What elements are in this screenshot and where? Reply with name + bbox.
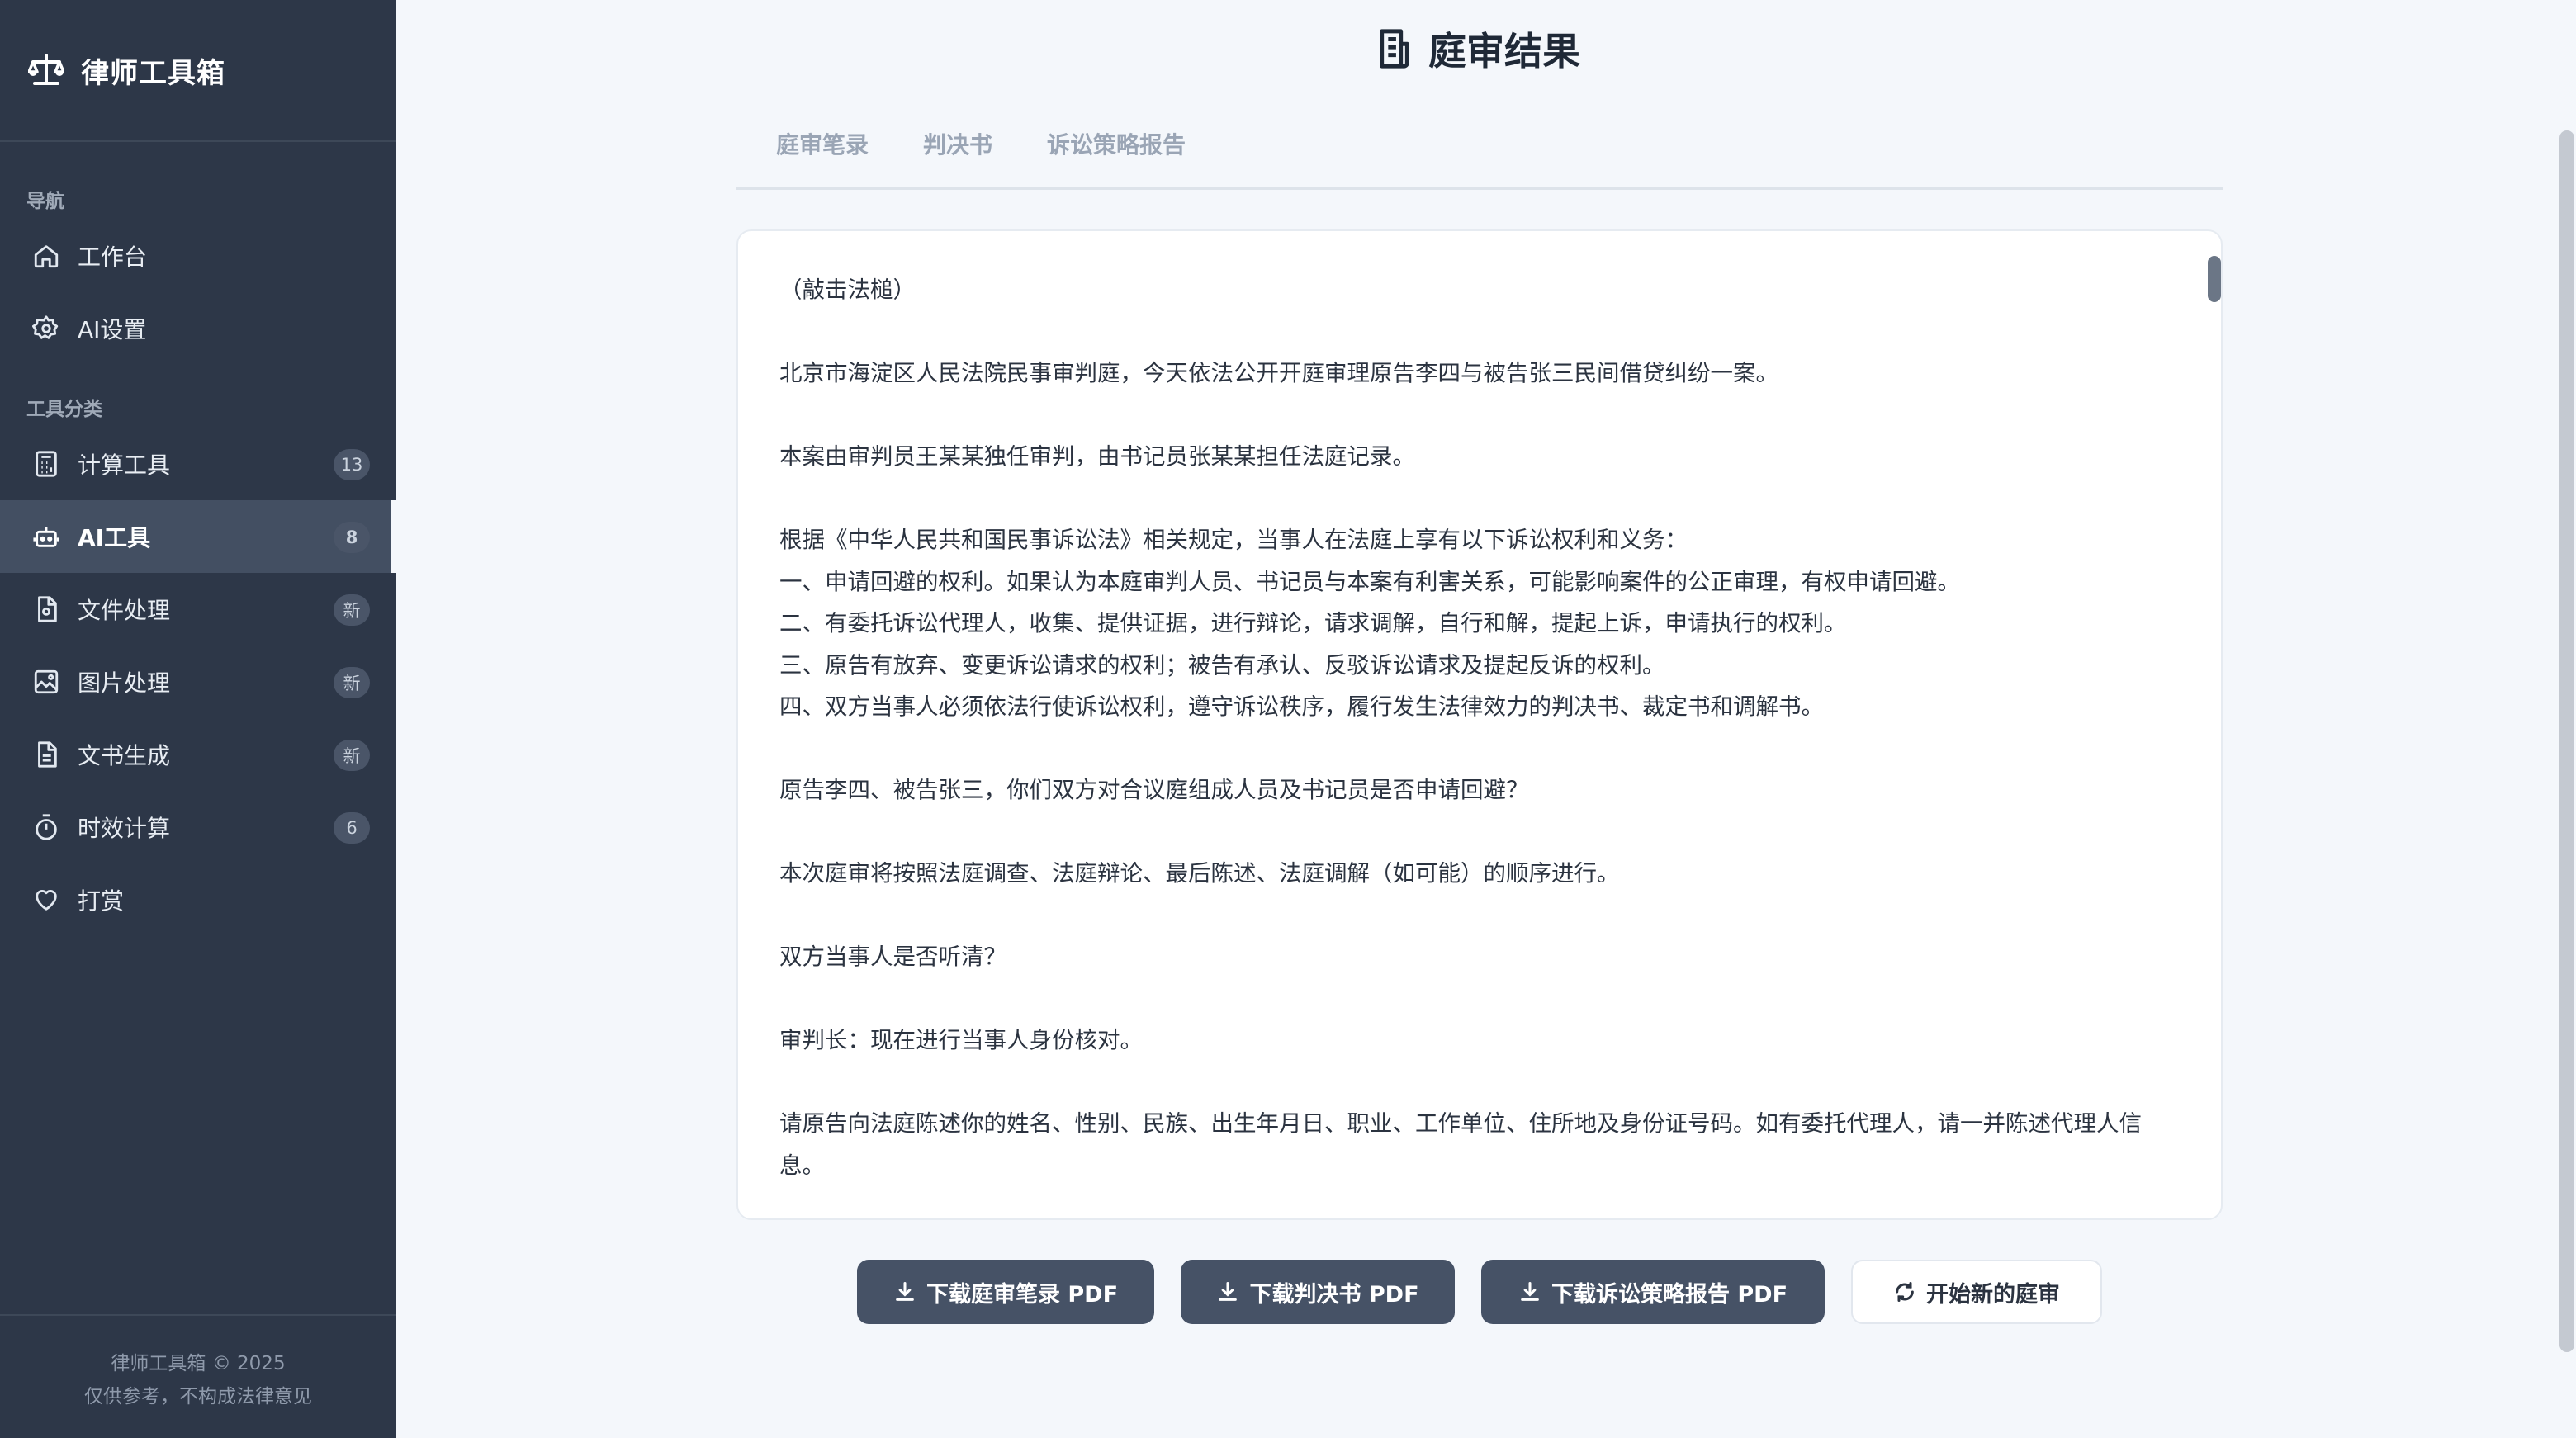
transcript-text: （敲击法槌） 北京市海淀区人民法院民事审判庭，今天依法公开开庭审理原告李四与被告张…: [738, 231, 2221, 1186]
transcript-line: [779, 1062, 2181, 1104]
nav-section-label: 导航: [26, 191, 64, 212]
sidebar-item-workbench[interactable]: 工作台: [0, 220, 396, 292]
tab-strategy-report[interactable]: 诉讼策略报告: [1047, 116, 1186, 187]
sidebar-item-label: AI设置: [78, 316, 147, 343]
download-strategy-button[interactable]: 下载诉讼策略报告 PDF: [1481, 1260, 1825, 1324]
new-badge: 新: [334, 594, 370, 626]
document-icon: [30, 738, 63, 771]
transcript-line: [779, 478, 2181, 520]
page-title: 庭审结果: [396, 21, 2559, 76]
calculator-icon: [30, 447, 63, 480]
sidebar-item-image-processing[interactable]: 图片处理 新: [0, 646, 396, 718]
tab-transcript[interactable]: 庭审笔录: [736, 116, 869, 187]
sidebar-item-doc-generation[interactable]: 文书生成 新: [0, 718, 396, 791]
transcript-line: [779, 978, 2181, 1020]
transcript-line: 请原告向法庭陈述你的姓名、性别、民族、出生年月日、职业、工作单位、住所地及身份证…: [779, 1110, 2142, 1137]
button-label: 开始新的庭审: [1926, 1281, 2060, 1308]
stopwatch-icon: [30, 811, 63, 844]
download-transcript-button[interactable]: 下载庭审笔录 PDF: [857, 1260, 1154, 1324]
heart-icon: [30, 883, 63, 916]
sidebar-item-label: 时效计算: [78, 815, 171, 842]
transcript-line: 审判长：现在进行当事人身份核对。: [779, 1027, 1143, 1053]
image-icon: [30, 665, 63, 698]
sidebar-footer: 律师工具箱 © 2025 仅供参考，不构成法律意见: [0, 1314, 396, 1438]
sidebar-item-label: 图片处理: [78, 669, 171, 697]
transcript-line: 二、有委托诉讼代理人，收集、提供证据，进行辩论，请求调解，自行和解，提起上诉，申…: [779, 610, 1847, 636]
transcript-line: [779, 395, 2181, 437]
gear-icon: [30, 312, 63, 345]
transcript-line: 四、双方当事人必须依法行使诉讼权利，遵守诉讼秩序，履行发生法律效力的判决书、裁定…: [779, 693, 1824, 720]
download-icon: [893, 1280, 916, 1303]
copyright: 律师工具箱 © 2025: [111, 1353, 286, 1374]
transcript-line: 北京市海淀区人民法院民事审判庭，今天依法公开开庭审理原告李四与被告张三民间借贷纠…: [779, 360, 1778, 386]
tools-section-label: 工具分类: [26, 399, 102, 420]
button-label: 下载诉讼策略报告 PDF: [1551, 1281, 1788, 1308]
transcript-line: 原告李四、被告张三，你们双方对合议庭组成人员及书记员是否申请回避？: [779, 777, 1529, 803]
transcript-line: [779, 895, 2181, 937]
refresh-icon: [1893, 1280, 1916, 1303]
transcript-scrollbar[interactable]: [2208, 256, 2221, 302]
transcript-line: 双方当事人是否听清？: [779, 944, 1006, 970]
transcript-line: 根据《中华人民共和国民事诉讼法》相关规定，当事人在法庭上享有以下诉讼权利和义务：: [779, 527, 1688, 553]
transcript-panel[interactable]: （敲击法槌） 北京市海淀区人民法院民事审判庭，今天依法公开开庭审理原告李四与被告张…: [736, 229, 2223, 1220]
transcript-line: 三、原告有放弃、变更诉讼请求的权利；被告有承认、反驳诉讼请求及提起反诉的权利。: [779, 651, 1665, 679]
document-icon: [1376, 28, 1413, 69]
new-trial-button[interactable]: 开始新的庭审: [1851, 1260, 2102, 1324]
sidebar-item-calc-tools[interactable]: 计算工具 13: [0, 428, 396, 500]
download-icon: [1518, 1280, 1541, 1303]
page-title-text: 庭审结果: [1428, 29, 1580, 73]
sidebar-item-limitation-calc[interactable]: 时效计算 6: [0, 791, 396, 863]
sidebar-item-label: 计算工具: [78, 452, 171, 479]
sidebar-item-ai-tools[interactable]: AI工具 8: [0, 500, 396, 573]
page-scrollbar[interactable]: [2559, 130, 2574, 1352]
sidebar-item-label: 打赏: [78, 887, 125, 915]
sidebar-item-donate[interactable]: 打赏: [0, 863, 396, 936]
transcript-line: 息。: [779, 1152, 825, 1179]
count-badge: 13: [334, 449, 370, 480]
new-badge: 新: [334, 740, 370, 771]
transcript-line: [779, 728, 2181, 770]
count-badge: 6: [334, 812, 370, 844]
sidebar: 律师工具箱 导航 工作台 AI设置 工具分类 计算工具 13 AI工具 8 文件…: [0, 0, 396, 1438]
brand[interactable]: 律师工具箱: [0, 0, 396, 142]
button-label: 下载庭审笔录 PDF: [926, 1281, 1119, 1308]
count-badge: 8: [334, 522, 370, 553]
new-badge: 新: [334, 667, 370, 698]
transcript-line: [779, 811, 2181, 854]
sidebar-item-ai-settings[interactable]: AI设置: [0, 292, 396, 365]
transcript-line: [779, 311, 2181, 353]
page-scrollbar-track: [2556, 0, 2576, 1438]
transcript-line: 一、申请回避的权利。如果认为本庭审判人员、书记员与本案有利害关系，可能影响案件的…: [779, 568, 1960, 595]
home-icon: [30, 239, 63, 272]
scales-icon: [28, 52, 64, 88]
app-name: 律师工具箱: [81, 56, 225, 90]
transcript-line: 本案由审判员王某某独任审判，由书记员张某某担任法庭记录。: [779, 443, 1415, 470]
button-label: 下载判决书 PDF: [1249, 1281, 1419, 1308]
download-icon: [1216, 1280, 1239, 1303]
file-icon: [30, 593, 63, 626]
tab-judgment[interactable]: 判决书: [923, 116, 992, 187]
sidebar-item-label: AI工具: [78, 524, 151, 551]
sidebar-item-label: 工作台: [78, 244, 148, 271]
transcript-line: （敲击法槌）: [779, 277, 916, 303]
result-tabs: 庭审笔录 判决书 诉讼策略报告: [736, 116, 2223, 190]
sidebar-item-label: 文书生成: [78, 742, 171, 769]
sidebar-item-label: 文件处理: [78, 597, 171, 624]
sidebar-item-file-processing[interactable]: 文件处理 新: [0, 573, 396, 646]
robot-icon: [30, 520, 63, 553]
download-judgment-button[interactable]: 下载判决书 PDF: [1181, 1260, 1455, 1324]
disclaimer: 仅供参考，不构成法律意见: [84, 1386, 312, 1407]
transcript-line: 本次庭审将按照法庭调查、法庭辩论、最后陈述、法庭调解（如可能）的顺序进行。: [779, 860, 1620, 887]
